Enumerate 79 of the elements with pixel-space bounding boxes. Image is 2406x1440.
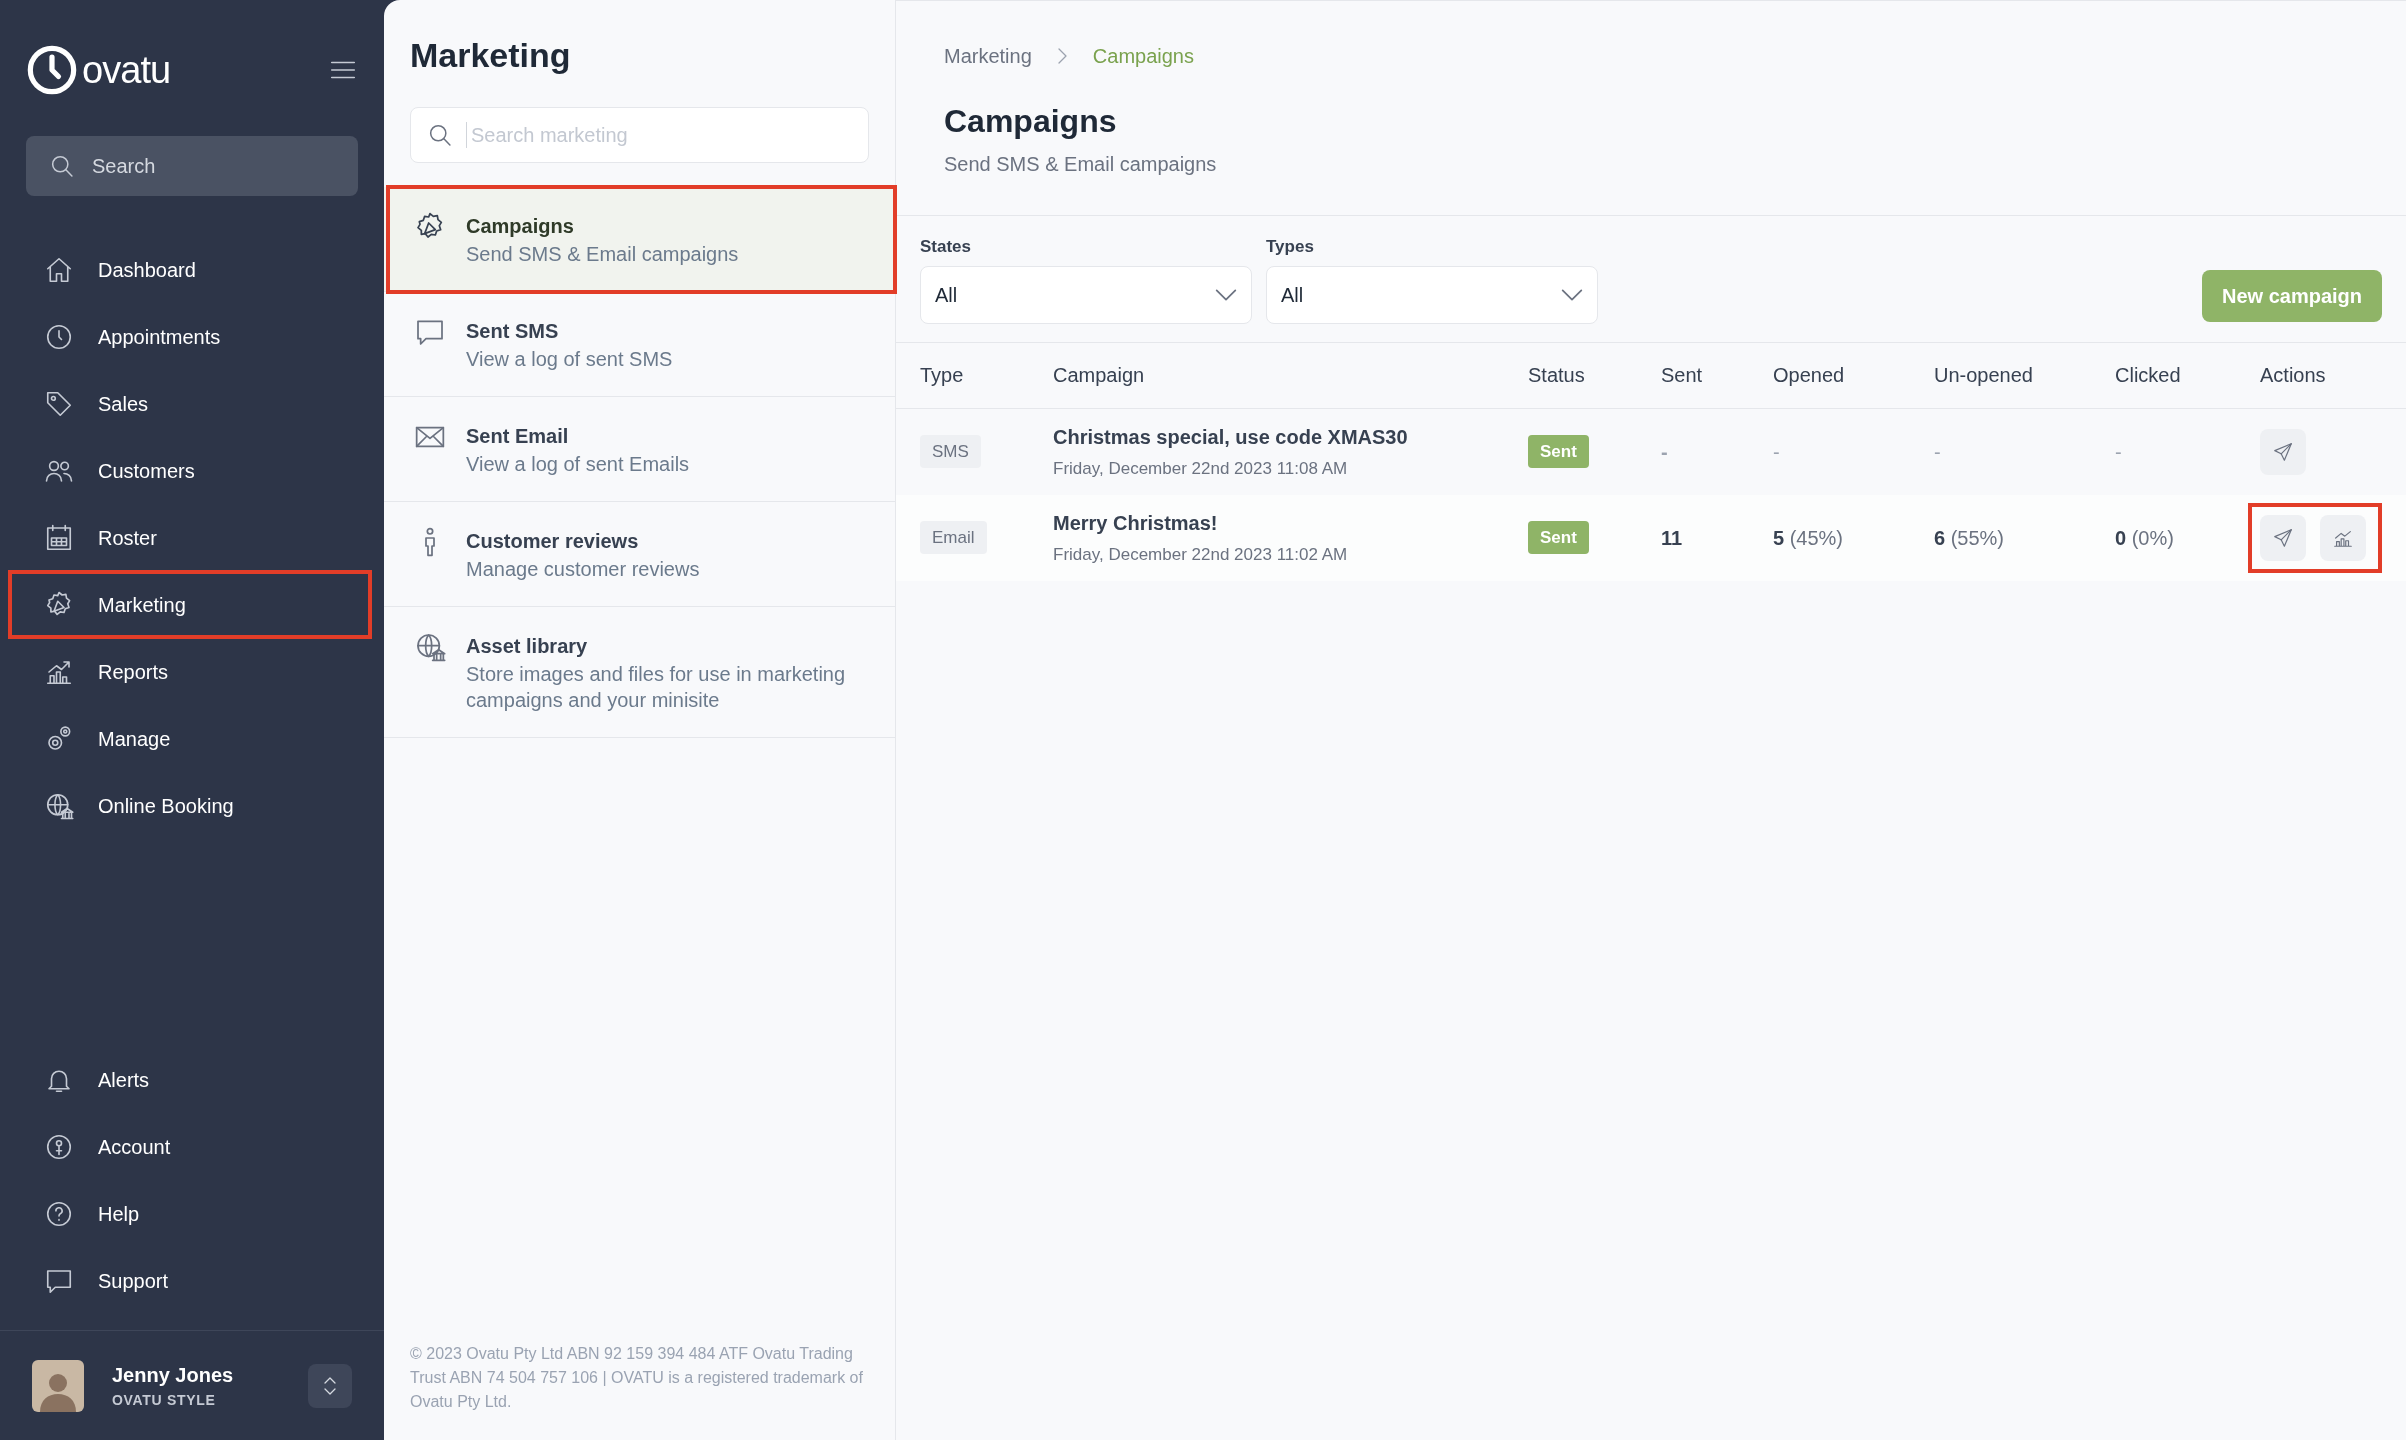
sidebar-item[interactable]: Online Booking <box>0 790 234 821</box>
paper-plane-icon <box>2272 526 2294 549</box>
column-header: Clicked <box>2115 363 2182 388</box>
menu-item-subtitle: View a log of sent SMS <box>466 347 673 372</box>
status-tag: Sent <box>1528 520 1589 555</box>
menu-item-subtitle: Store images and files for use in marketing campaigns and your minisite <box>466 662 847 713</box>
menu-item-subtitle: View a log of sent Emails <box>466 452 690 477</box>
sidebar-item[interactable]: Manage <box>0 723 171 754</box>
menu-item[interactable]: Asset library Store images and files for use in marketing campaigns and your minisite <box>384 607 895 738</box>
sidebar-item[interactable]: Account <box>0 1113 384 1180</box>
breadcrumb-link[interactable]: Marketing <box>944 41 1032 71</box>
table-cell: - <box>1773 440 1780 463</box>
menu-item-subtitle: Manage customer reviews <box>466 557 700 582</box>
column-header: Sent <box>1661 363 1704 388</box>
filter-dropdown[interactable]: All <box>1266 265 1598 324</box>
menu-item-subtitle: Send SMS & Email campaigns <box>466 242 739 267</box>
clock-logo-icon <box>26 44 78 96</box>
logo-text: ovatu <box>82 47 171 93</box>
type-tag: SMS <box>920 434 981 469</box>
menu-item-title: Sent Email <box>466 424 570 449</box>
column-header: Actions <box>2260 363 2327 388</box>
search-field[interactable]: Search marketing <box>410 107 869 163</box>
sidebar-item[interactable]: Dashboard <box>0 254 196 285</box>
campaign-name: Christmas special, use code XMAS30 <box>1053 424 1409 450</box>
column-header: Status <box>1528 363 1586 388</box>
sidebar-item[interactable]: Customers <box>0 455 195 486</box>
table-cell: 11 <box>1661 526 1683 549</box>
sidebar-item[interactable]: Sales <box>0 388 149 419</box>
menu-item[interactable]: Customer reviews Manage customer reviews <box>384 502 895 607</box>
chevron-down-icon <box>1215 288 1237 301</box>
user-name: Jenny Jones <box>112 1363 235 1388</box>
sidebar-item[interactable]: Roster <box>0 522 157 553</box>
campaign-date: Friday, December 22nd 2023 11:02 AM <box>1053 543 1349 566</box>
filter-dropdown[interactable]: All <box>920 265 1252 324</box>
column-header: Campaign <box>1053 363 1146 388</box>
send-button[interactable] <box>2260 428 2306 475</box>
send-button[interactable] <box>2260 514 2306 561</box>
calendar-icon <box>44 522 74 553</box>
sidebar-item[interactable]: Marketing <box>0 589 186 620</box>
sidebar-item[interactable]: Appointments <box>0 321 221 352</box>
chevron-down-icon <box>1561 288 1583 301</box>
globe-icon <box>414 631 446 663</box>
filter-label: Types <box>1266 236 1315 258</box>
menu-item-title: Asset library <box>466 634 589 659</box>
menu-item-title: Customer reviews <box>466 529 640 554</box>
filter-label: States <box>920 236 973 258</box>
column-header: Opened <box>1773 363 1846 388</box>
table-cell: 5 (45%) <box>1773 526 1844 549</box>
campaign-name: Merry Christmas! <box>1053 510 1219 536</box>
table-cell: - <box>1661 440 1668 463</box>
panel-title: Marketing <box>409 35 572 76</box>
avatar <box>32 1359 84 1412</box>
chevron-right-icon <box>1057 48 1067 64</box>
search-field[interactable]: Search <box>26 136 358 196</box>
table-cell: 0 (0%) <box>2115 526 2174 549</box>
page-subtitle: Send SMS & Email campaigns <box>944 152 1218 177</box>
sidebar-item[interactable]: Reports <box>0 656 169 687</box>
stats-button[interactable] <box>2320 514 2366 561</box>
sidebar-item[interactable]: Support <box>0 1247 384 1314</box>
sidebar-item[interactable]: Alerts <box>0 1046 384 1113</box>
campaign-date: Friday, December 22nd 2023 11:08 AM <box>1053 457 1349 480</box>
column-header: Type <box>920 363 965 388</box>
table-cell: - <box>2115 440 2122 463</box>
account-switcher-button[interactable] <box>308 1363 352 1408</box>
copyright-text: © 2023 Ovatu Pty Ltd ABN 92 159 394 484 ATF Ovatu Trading Trust ABN 74 504 757 106 | OVATU is a registered trademark of Ovatu Pty Ltd. <box>409 1344 864 1412</box>
paper-plane-icon <box>2272 440 2294 463</box>
type-tag: Email <box>920 520 987 555</box>
menu-item-title: Campaigns <box>466 214 575 239</box>
menu-item[interactable]: Sent SMS View a log of sent SMS <box>384 292 895 397</box>
sidebar-item[interactable]: Help <box>0 1180 384 1247</box>
menu-item[interactable]: Campaigns Send SMS & Email campaigns <box>384 187 895 292</box>
status-tag: Sent <box>1528 434 1589 469</box>
menu-item[interactable]: Sent Email View a log of sent Emails <box>384 397 895 502</box>
table-cell: - <box>1934 440 1941 463</box>
table-cell: 6 (55%) <box>1934 526 2005 549</box>
business-name: OVATU STYLE <box>112 1391 217 1410</box>
column-header: Un-opened <box>1934 363 2034 388</box>
page-title: Campaigns <box>944 102 1118 141</box>
menu-item-title: Sent SMS <box>466 319 560 344</box>
